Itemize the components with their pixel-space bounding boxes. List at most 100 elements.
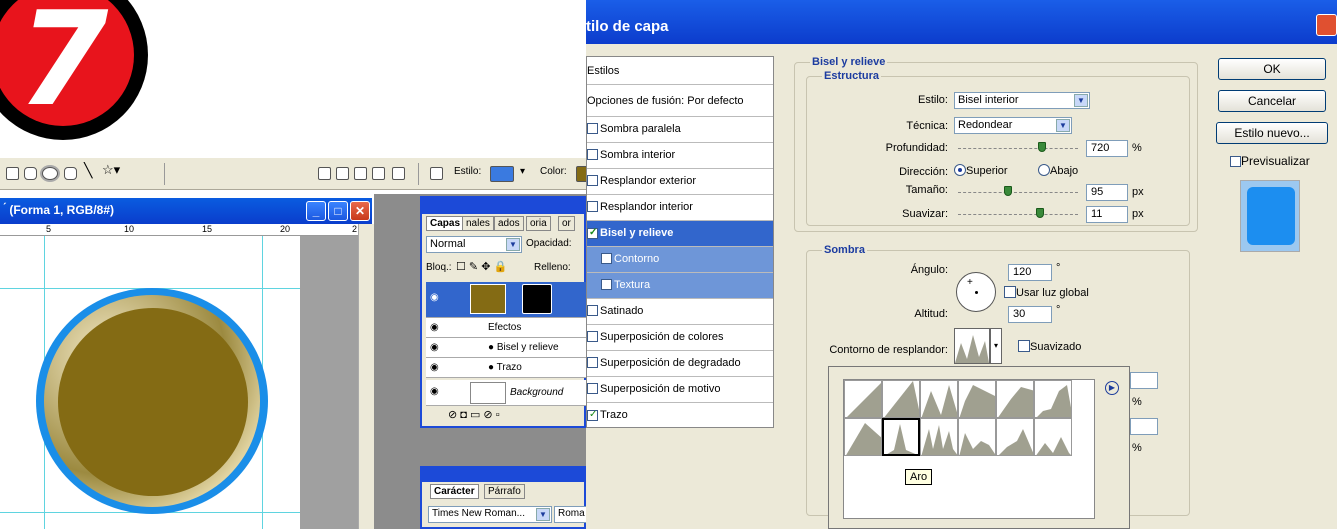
depth-slider-knob[interactable]: [1038, 142, 1046, 152]
gloss-contour-swatch[interactable]: [954, 328, 990, 364]
line-tool-icon[interactable]: ╲: [84, 162, 92, 179]
eye-icon[interactable]: ◉: [430, 292, 439, 303]
style-item-gradient-overlay[interactable]: Superposición de degradado: [587, 351, 773, 377]
polygon-tool-icon[interactable]: [64, 167, 77, 180]
checkbox[interactable]: [1004, 286, 1016, 298]
blend-options-item[interactable]: Opciones de fusión: Por defecto: [587, 85, 773, 117]
direction-up-option[interactable]: Superior: [954, 164, 1008, 177]
checkbox[interactable]: [587, 149, 598, 160]
checkbox[interactable]: [587, 357, 598, 368]
effect-row[interactable]: ◉ ● Trazo: [426, 358, 586, 378]
minimize-icon[interactable]: _: [306, 201, 326, 221]
close-icon[interactable]: ✕: [350, 201, 370, 221]
new-style-button[interactable]: Estilo nuevo...: [1216, 122, 1328, 144]
contour-swatch[interactable]: [996, 418, 1034, 456]
checkbox[interactable]: [587, 305, 598, 316]
cancel-button[interactable]: Cancelar: [1218, 90, 1326, 112]
style-item-color-overlay[interactable]: Superposición de colores: [587, 325, 773, 351]
tab-more[interactable]: or: [558, 216, 575, 231]
dialog-close-icon[interactable]: [1316, 14, 1337, 36]
eye-icon[interactable]: ◉: [430, 322, 439, 333]
contour-swatch[interactable]: [920, 380, 958, 418]
checkbox[interactable]: [587, 331, 598, 342]
antialias-checkbox[interactable]: Suavizado: [1018, 340, 1081, 353]
dialog-title-bar[interactable]: tilo de capa: [586, 0, 1337, 44]
size-slider[interactable]: [958, 192, 1078, 193]
checkbox[interactable]: [587, 175, 598, 186]
effects-row[interactable]: ◉ Efectos: [426, 318, 586, 338]
contour-swatch[interactable]: [958, 418, 996, 456]
link-icon[interactable]: [430, 167, 443, 180]
checkbox[interactable]: [587, 123, 598, 134]
contour-swatch[interactable]: [1034, 418, 1072, 456]
soften-slider-knob[interactable]: [1036, 208, 1044, 218]
checkbox[interactable]: [601, 253, 612, 264]
soften-slider[interactable]: [958, 214, 1078, 215]
contour-swatch[interactable]: [844, 418, 882, 456]
panel-footer-icons[interactable]: ⊘ ◘ ▭ ⊘ ▫: [448, 408, 500, 421]
blend-mode-select[interactable]: Normal ▼: [426, 236, 522, 253]
maximize-icon[interactable]: □: [328, 201, 348, 221]
checkbox[interactable]: [587, 410, 598, 421]
custom-shape-tool-icon[interactable]: ☆▾: [102, 162, 120, 178]
contour-swatch[interactable]: [958, 380, 996, 418]
checkbox[interactable]: [587, 383, 598, 394]
contour-swatch[interactable]: [882, 380, 920, 418]
style-item-satin[interactable]: Satinado: [587, 299, 773, 325]
lock-icons[interactable]: ☐ ✎ ✥ 🔒: [456, 260, 507, 273]
radio[interactable]: [954, 164, 966, 176]
style-item-stroke[interactable]: Trazo: [587, 403, 773, 429]
checkbox[interactable]: [587, 228, 598, 239]
rectangle-tool-icon[interactable]: [6, 167, 19, 180]
angle-field[interactable]: 120: [1008, 264, 1052, 281]
contour-swatch[interactable]: [844, 380, 882, 418]
checkbox[interactable]: [587, 201, 598, 212]
style-item-pattern-overlay[interactable]: Superposición de motivo: [587, 377, 773, 403]
new-layer-mode-icon[interactable]: [318, 167, 331, 180]
style-swatch[interactable]: [490, 166, 514, 182]
add-area-icon[interactable]: [336, 167, 349, 180]
altitude-field[interactable]: 30: [1008, 306, 1052, 323]
checkbox[interactable]: [1018, 340, 1030, 352]
style-item-inner-shadow[interactable]: Sombra interior: [587, 143, 773, 169]
background-layer-row[interactable]: ◉ Background: [426, 380, 586, 406]
panel-title-bar[interactable]: [422, 198, 584, 214]
vertical-scrollbar[interactable]: [358, 224, 374, 529]
opacity-field[interactable]: [1130, 418, 1158, 435]
shape-layer-row[interactable]: ◉: [426, 282, 586, 318]
ok-button[interactable]: OK: [1218, 58, 1326, 80]
depth-slider[interactable]: [958, 148, 1078, 149]
preview-checkbox[interactable]: Previsualizar: [1230, 154, 1310, 168]
style-item-drop-shadow[interactable]: Sombra paralela: [587, 117, 773, 143]
intersect-area-icon[interactable]: [372, 167, 385, 180]
style-dropdown-icon[interactable]: ▾: [520, 166, 525, 177]
bevel-style-select[interactable]: Bisel interior ▼: [954, 92, 1090, 109]
exclude-area-icon[interactable]: [392, 167, 405, 180]
soften-field[interactable]: 11: [1086, 206, 1128, 223]
tab-layers[interactable]: Capas: [426, 216, 465, 231]
font-family-select[interactable]: Times New Roman... ▼: [428, 506, 552, 523]
eye-icon[interactable]: ◉: [430, 342, 439, 353]
style-item-inner-glow[interactable]: Resplandor interior: [587, 195, 773, 221]
direction-down-option[interactable]: Abajo: [1038, 164, 1078, 177]
global-light-checkbox[interactable]: Usar luz global: [1004, 286, 1089, 299]
radio[interactable]: [1038, 164, 1050, 176]
checkbox[interactable]: [601, 279, 612, 290]
tab-history[interactable]: oria: [526, 216, 551, 231]
font-style-select[interactable]: Roma: [554, 506, 588, 523]
style-item-texture[interactable]: Textura: [587, 273, 773, 299]
tab-channels[interactable]: nales: [462, 216, 494, 231]
tab-paragraph[interactable]: Párrafo: [484, 484, 525, 499]
eye-icon[interactable]: ◉: [430, 386, 439, 397]
angle-dial[interactable]: +: [956, 272, 996, 312]
style-item-contour[interactable]: Contorno: [587, 247, 773, 273]
size-field[interactable]: 95: [1086, 184, 1128, 201]
contour-swatch[interactable]: [920, 418, 958, 456]
subtract-area-icon[interactable]: [354, 167, 367, 180]
depth-field[interactable]: 720: [1086, 140, 1128, 157]
tab-character[interactable]: Carácter: [430, 484, 479, 499]
document-title-bar[interactable]: ́ (Forma 1, RGB/8#) _ □ ✕: [0, 198, 372, 224]
checkbox[interactable]: [1230, 156, 1241, 167]
style-item-bevel-emboss[interactable]: Bisel y relieve: [587, 221, 773, 247]
contour-swatch[interactable]: [996, 380, 1034, 418]
